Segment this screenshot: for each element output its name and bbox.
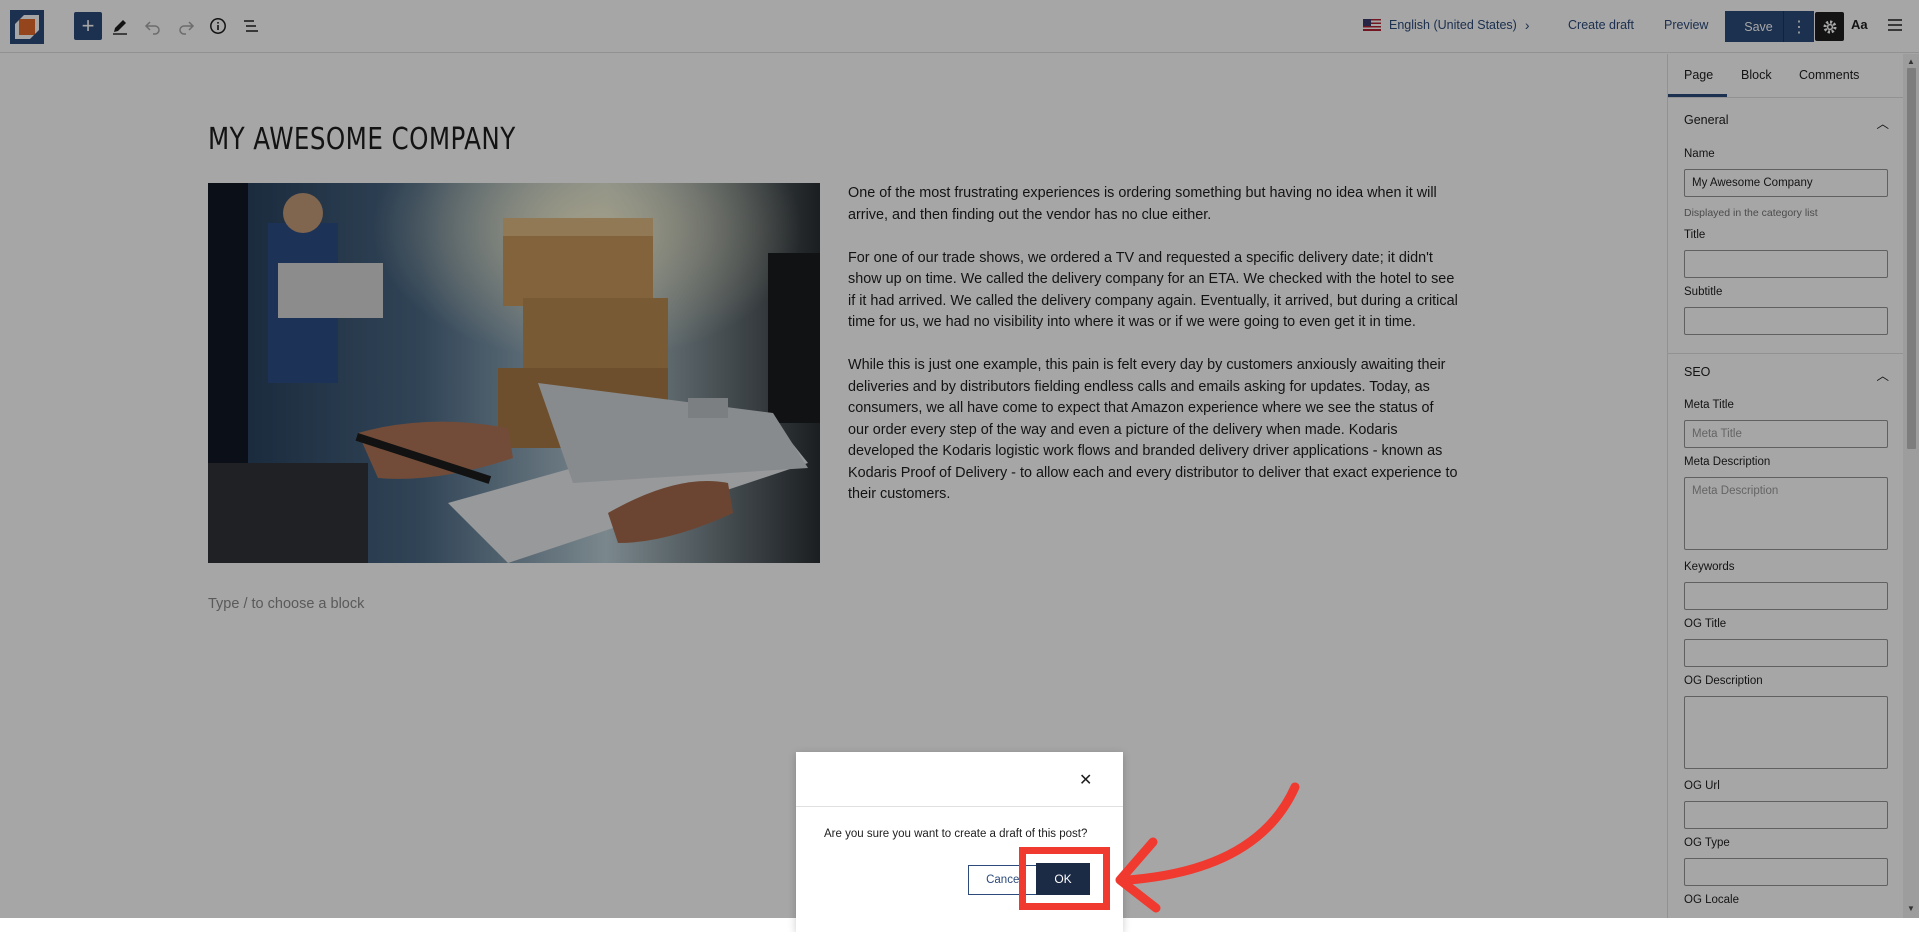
ok-highlight-box (1019, 847, 1110, 910)
dialog-message: Are you sure you want to create a draft … (824, 828, 1088, 840)
close-icon[interactable]: ✕ (1079, 770, 1092, 790)
dialog-divider (796, 806, 1123, 807)
pointer-arrow-icon (1115, 782, 1300, 913)
